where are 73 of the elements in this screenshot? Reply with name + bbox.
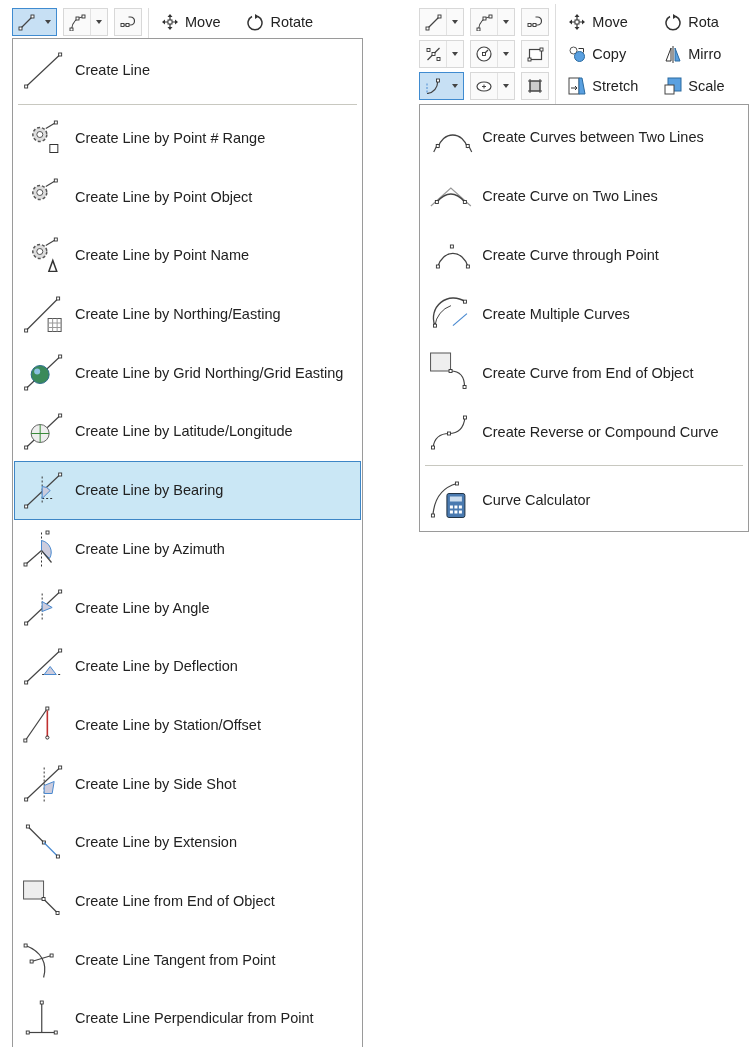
command-button[interactable]: Rotate: [246, 8, 314, 36]
menu-item[interactable]: Create Line by Point # Range: [14, 108, 362, 168]
command-button[interactable]: Scale: [664, 72, 725, 100]
tool-button[interactable]: [114, 8, 142, 36]
command-button[interactable]: Stretch: [568, 72, 639, 100]
tool-button[interactable]: [521, 40, 550, 68]
tool-icon: [119, 16, 135, 28]
menu-item[interactable]: Create Line by Angle: [14, 578, 362, 637]
command-button[interactable]: Move: [161, 8, 221, 36]
tool-icon: [527, 78, 544, 94]
menu-item[interactable]: Create Line by Deflection: [14, 636, 362, 696]
menu-item[interactable]: Create Line from End of Object: [14, 871, 362, 931]
tool-icon: [425, 47, 441, 62]
caret-icon: [96, 20, 102, 24]
menu-item[interactable]: Create Line Perpendicular from Point: [14, 989, 362, 1047]
command-icon: [428, 481, 469, 519]
split-button[interactable]: [419, 72, 465, 100]
menu-item[interactable]: Create Line Tangent from Point: [14, 930, 362, 989]
tool-button[interactable]: [521, 72, 550, 100]
menu-item[interactable]: Curve Calculator: [421, 470, 748, 529]
tool-icon: [476, 46, 493, 62]
menu-item[interactable]: Create Line by Point Object: [14, 167, 362, 227]
menu-item[interactable]: Create Line by Station/Offset: [14, 695, 362, 755]
menu-item[interactable]: Create Line by Point Name: [14, 226, 362, 285]
menu-item[interactable]: Create Line by Latitude/Longitude: [14, 402, 362, 461]
tool-icon: [17, 13, 35, 31]
rotate-icon: [665, 13, 682, 31]
command-button[interactable]: Rota: [664, 8, 725, 36]
menu-item[interactable]: Create Line by Northing/Easting: [14, 284, 362, 344]
tool-icon: [476, 80, 493, 92]
menu-item[interactable]: Create Line by Azimuth: [14, 519, 362, 579]
tool-icon: [426, 77, 441, 94]
mirror-icon: [665, 45, 682, 63]
menu-item[interactable]: Create Curves between Two Lines: [421, 107, 748, 166]
menu-item[interactable]: Create Curve from End of Object: [421, 343, 748, 402]
menu-item[interactable]: Create Curve through Point: [421, 225, 748, 284]
menu-item[interactable]: Create Curve on Two Lines: [421, 166, 748, 225]
copy-icon: [568, 45, 586, 62]
caret-icon: [452, 20, 459, 24]
tool-button[interactable]: [521, 8, 550, 36]
command-icon: [20, 943, 56, 979]
caret-icon: [45, 20, 51, 24]
command-button[interactable]: Move: [568, 8, 639, 36]
command-icon: [20, 879, 63, 916]
menu-item[interactable]: Create Line: [14, 41, 362, 100]
scale-icon: [664, 77, 683, 95]
stretch-icon: [568, 77, 587, 95]
caret-icon: [452, 52, 459, 56]
menu-item[interactable]: Create Line by Side Shot: [14, 754, 362, 813]
menu-item[interactable]: Create Line by Bearing: [14, 460, 362, 520]
command-icon: [20, 530, 55, 568]
move-icon: [568, 13, 587, 31]
menu-item[interactable]: Create Multiple Curves: [421, 284, 748, 343]
caret-icon: [503, 52, 510, 56]
command-button[interactable]: Mirro: [664, 40, 725, 68]
rotate-icon: [247, 13, 264, 31]
command-icon: [30, 236, 61, 273]
tool-icon: [68, 13, 86, 31]
tool-icon: [475, 13, 493, 31]
caret-icon: [503, 84, 510, 88]
tool-icon: [424, 13, 442, 31]
split-button[interactable]: [12, 8, 57, 36]
move-icon: [161, 13, 179, 31]
menu-item[interactable]: Create Line by Extension: [14, 812, 362, 872]
tool-icon: [526, 16, 543, 28]
tool-icon: [526, 46, 544, 62]
command-icon: [30, 178, 61, 201]
menu-item[interactable]: Create Line by Grid Northing/Grid Easting: [14, 343, 362, 403]
menu-item[interactable]: Create Reverse or Compound Curve: [421, 402, 748, 461]
caret-icon: [503, 20, 510, 24]
caret-icon: [452, 84, 459, 88]
command-icon: [20, 706, 52, 744]
command-button[interactable]: Copy: [568, 40, 639, 68]
